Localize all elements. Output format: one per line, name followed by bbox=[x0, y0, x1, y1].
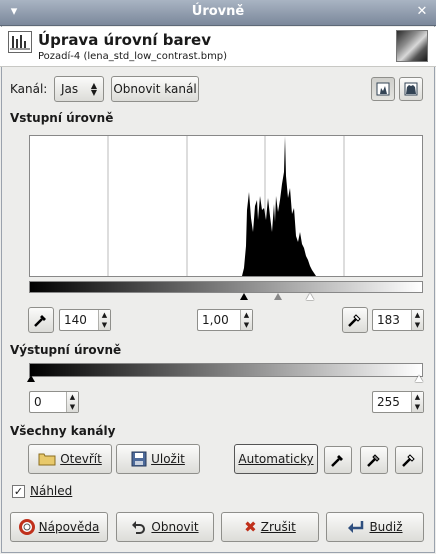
close-icon[interactable]: ✕ bbox=[414, 4, 430, 20]
spinner-arrows-icon[interactable]: ▲ ▼ bbox=[240, 310, 252, 330]
histogram bbox=[29, 135, 423, 277]
pick-gray-button[interactable] bbox=[360, 446, 388, 474]
auto-button[interactable]: Automaticky bbox=[234, 444, 318, 474]
pick-black-button[interactable] bbox=[324, 446, 352, 474]
undo-icon bbox=[132, 521, 146, 534]
log-histogram-button[interactable] bbox=[399, 77, 423, 101]
save-label: Uložit bbox=[151, 452, 185, 466]
output-high-spinner[interactable]: 255 ▲ ▼ bbox=[372, 391, 424, 413]
ok-label: Budiž bbox=[369, 520, 403, 534]
output-low-value: 0 bbox=[34, 395, 42, 409]
cancel-icon: ✖ bbox=[244, 518, 257, 536]
log-histogram-icon bbox=[404, 82, 418, 96]
output-levels-heading: Výstupní úrovně bbox=[10, 343, 122, 357]
channel-select[interactable]: Jas ▲ ▼ bbox=[54, 76, 104, 102]
updown-icon: ▲ ▼ bbox=[90, 81, 97, 97]
input-low-handle[interactable] bbox=[240, 293, 248, 300]
all-channels-heading: Všechny kanály bbox=[10, 424, 116, 438]
white-point-picker-button[interactable] bbox=[342, 307, 368, 333]
image-name: Pozadí-4 (lena_std_low_contrast.bmp) bbox=[38, 51, 228, 62]
floppy-icon bbox=[131, 451, 147, 467]
pick-white-button[interactable] bbox=[395, 446, 423, 474]
spinner-arrows-icon[interactable]: ▲ ▼ bbox=[66, 392, 78, 412]
eyedropper-gray-icon bbox=[367, 454, 380, 467]
preview-checkbox[interactable]: ✓ bbox=[12, 485, 25, 498]
reset-button[interactable]: Obnovit bbox=[116, 512, 214, 542]
image-thumbnail bbox=[396, 30, 428, 62]
histogram-shape bbox=[242, 136, 316, 276]
enter-arrow-icon bbox=[348, 521, 364, 533]
auto-label: Automaticky bbox=[238, 452, 314, 466]
window-titlebar[interactable]: ▾ Úrovně ✕ bbox=[0, 0, 436, 26]
black-point-picker-button[interactable] bbox=[28, 307, 54, 333]
channel-select-value: Jas bbox=[61, 82, 79, 96]
eyedropper-white-icon bbox=[348, 314, 361, 327]
input-high-spinner[interactable]: 183 ▲ ▼ bbox=[372, 309, 424, 331]
input-gradient bbox=[29, 281, 423, 293]
output-gradient bbox=[29, 363, 423, 377]
input-gamma-spinner[interactable]: 1,00 ▲ ▼ bbox=[197, 309, 253, 331]
folder-icon bbox=[38, 453, 56, 466]
help-label: Nápověda bbox=[38, 520, 100, 534]
eyedropper-white-icon bbox=[402, 454, 415, 467]
cancel-button[interactable]: ✖ Zrušit bbox=[221, 512, 319, 542]
input-high-value: 183 bbox=[377, 313, 400, 327]
output-low-handle[interactable] bbox=[27, 375, 35, 382]
input-gamma-handle[interactable] bbox=[274, 293, 282, 300]
cancel-label: Zrušit bbox=[260, 520, 296, 534]
spinner-arrows-icon[interactable]: ▲ ▼ bbox=[411, 310, 423, 330]
input-gamma-value: 1,00 bbox=[202, 313, 229, 327]
linear-histogram-icon bbox=[376, 82, 390, 96]
input-low-value: 140 bbox=[64, 313, 87, 327]
output-low-spinner[interactable]: 0 ▲ ▼ bbox=[29, 391, 79, 413]
linear-histogram-button[interactable] bbox=[371, 77, 395, 101]
spinner-arrows-icon[interactable]: ▲ ▼ bbox=[98, 310, 110, 330]
reset-label: Obnovit bbox=[151, 520, 199, 534]
preview-label[interactable]: Náhled bbox=[30, 484, 72, 498]
reset-channel-label: Obnovit kanál bbox=[113, 82, 197, 96]
window-title: Úrovně bbox=[191, 4, 245, 19]
output-high-value: 255 bbox=[377, 395, 400, 409]
input-levels-heading: Vstupní úrovně bbox=[10, 111, 114, 125]
ok-button[interactable]: Budiž bbox=[326, 512, 424, 542]
dialog-title: Úprava úrovní barev bbox=[38, 31, 211, 49]
channel-label: Kanál: bbox=[10, 82, 48, 96]
open-button[interactable]: Otevřít bbox=[28, 444, 112, 474]
output-high-handle[interactable] bbox=[415, 375, 423, 382]
save-button[interactable]: Uložit bbox=[116, 444, 200, 474]
eyedropper-black-icon bbox=[331, 455, 343, 467]
dialog-header: Úprava úrovní barev Pozadí-4 (lena_std_l… bbox=[0, 27, 436, 67]
reset-channel-button[interactable]: Obnovit kanál bbox=[111, 76, 199, 102]
open-label: Otevřít bbox=[60, 452, 102, 466]
levels-tool-icon bbox=[8, 31, 32, 53]
help-button[interactable]: Nápověda bbox=[10, 512, 108, 542]
input-low-spinner[interactable]: 140 ▲ ▼ bbox=[59, 309, 111, 331]
input-high-handle[interactable] bbox=[306, 293, 314, 300]
eyedropper-black-icon bbox=[34, 315, 46, 327]
spinner-arrows-icon[interactable]: ▲ ▼ bbox=[411, 392, 423, 412]
lifebuoy-icon bbox=[18, 519, 35, 535]
